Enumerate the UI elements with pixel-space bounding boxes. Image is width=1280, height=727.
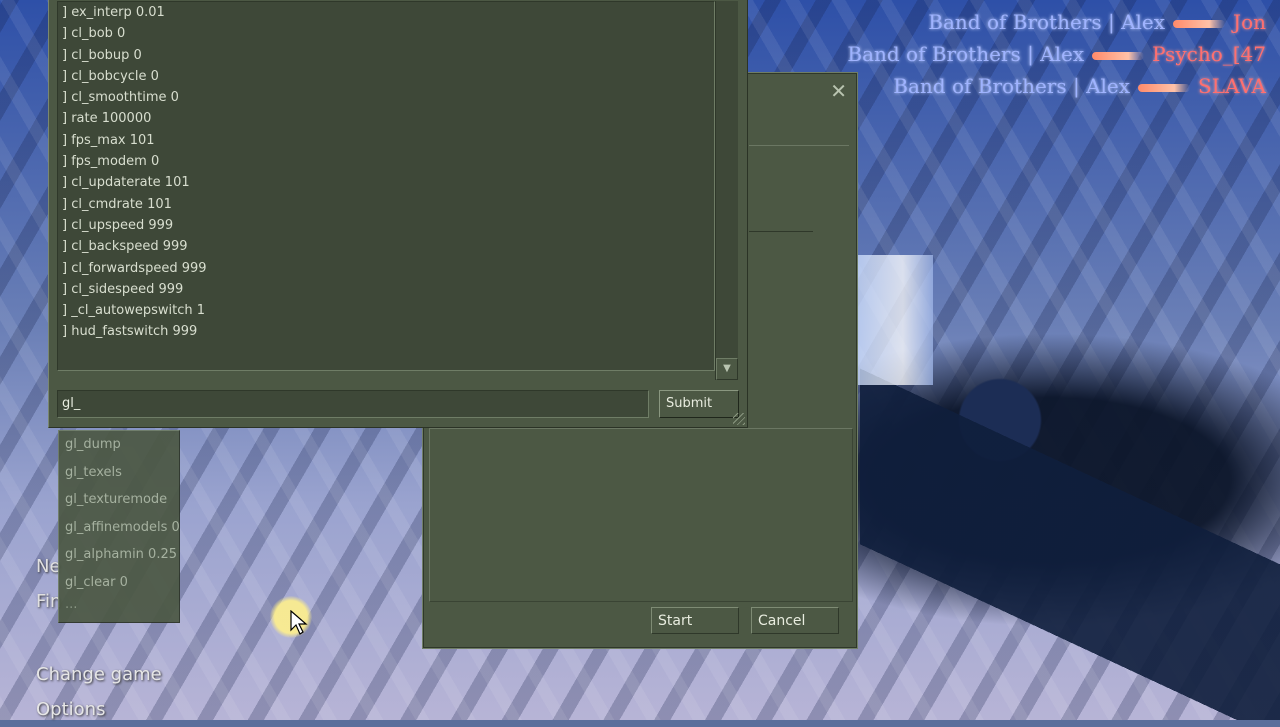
kill-feed-row: Band of Brothers | Alex SLAVA	[847, 70, 1266, 102]
console-window: ] ex_interp 0.01 ] cl_bob 0 ] cl_bobup 0…	[48, 0, 748, 428]
kill-attacker: Band of Brothers | Alex	[893, 74, 1131, 98]
resize-grip-icon[interactable]	[733, 413, 745, 425]
console-line: ] rate 100000	[62, 111, 152, 127]
console-line: ] cl_backspeed 999	[62, 239, 188, 255]
mouse-cursor-icon	[290, 610, 308, 635]
autocomplete-item[interactable]: gl_affinemodels 0	[59, 514, 180, 542]
cancel-button[interactable]: Cancel	[751, 607, 839, 634]
kill-feed-row: Band of Brothers | Alex Psycho_[47	[847, 38, 1266, 70]
menu-item-change-game[interactable]: Change game	[36, 657, 162, 692]
start-button[interactable]: Start	[651, 607, 739, 634]
submit-button[interactable]: Submit	[659, 390, 739, 418]
kill-feed: Band of Brothers | Alex Jon Band of Broth…	[847, 6, 1266, 102]
close-icon[interactable]: ✕	[830, 81, 847, 101]
autocomplete-item[interactable]: gl_dump	[59, 431, 179, 459]
autocomplete-item[interactable]: gl_texels	[59, 459, 179, 487]
console-line: ] fps_modem 0	[62, 154, 160, 170]
console-line: ] cl_smoothtime 0	[62, 90, 179, 106]
console-line: ] ex_interp 0.01	[62, 5, 165, 20]
console-line: ] cl_bobup 0	[62, 47, 142, 63]
console-output: ] ex_interp 0.01 ] cl_bob 0 ] cl_bobup 0…	[57, 1, 715, 371]
kill-attacker: Band of Brothers | Alex	[928, 10, 1166, 34]
console-line: ] fps_max 101	[62, 132, 155, 148]
console-input[interactable]: gl_	[57, 390, 649, 418]
autocomplete-item[interactable]: gl_clear 0	[59, 569, 179, 597]
dialog-tab-area	[749, 145, 849, 306]
autocomplete-more: ...	[65, 597, 78, 612]
kill-feed-row: Band of Brothers | Alex Jon	[847, 6, 1266, 38]
kill-victim: SLAVA	[1198, 74, 1266, 98]
console-line: ] cl_upspeed 999	[62, 217, 174, 233]
console-scrollbar[interactable]: ▼	[715, 1, 738, 380]
main-menu: Change game Options	[36, 657, 162, 727]
scroll-down-icon[interactable]: ▼	[716, 358, 738, 380]
weapon-artwork	[860, 330, 1280, 720]
menu-item-options[interactable]: Options	[36, 692, 162, 727]
weapon-icon	[1092, 51, 1145, 60]
console-line: ] cl_bobcycle 0	[62, 68, 159, 84]
weapon-icon	[1173, 19, 1226, 28]
console-line: ] cl_bob 0	[62, 26, 126, 42]
weapon-icon	[1138, 83, 1191, 92]
console-line: ] cl_sidespeed 999	[62, 281, 184, 297]
dialog-panel	[429, 428, 853, 602]
menu-item-partial[interactable]: Ne	[36, 556, 61, 577]
divider	[749, 231, 813, 232]
kill-victim: Psycho_[47	[1152, 42, 1266, 66]
console-line: ] cl_forwardspeed 999	[62, 260, 207, 276]
kill-attacker: Band of Brothers | Alex	[847, 42, 1085, 66]
autocomplete-item[interactable]: gl_alphamin 0.25	[59, 541, 179, 569]
console-line: ] _cl_autowepswitch 1	[62, 303, 206, 319]
autocomplete-item[interactable]: gl_texturemode	[59, 486, 179, 514]
console-line: ] cl_updaterate 101	[62, 175, 190, 191]
kill-victim: Jon	[1233, 10, 1266, 34]
console-line: ] hud_fastswitch 999	[62, 324, 198, 340]
console-line: ] cl_cmdrate 101	[62, 196, 172, 212]
background-logo-fragment	[858, 255, 933, 385]
autocomplete-list: gl_dump gl_texels gl_texturemode gl_affi…	[58, 430, 180, 623]
